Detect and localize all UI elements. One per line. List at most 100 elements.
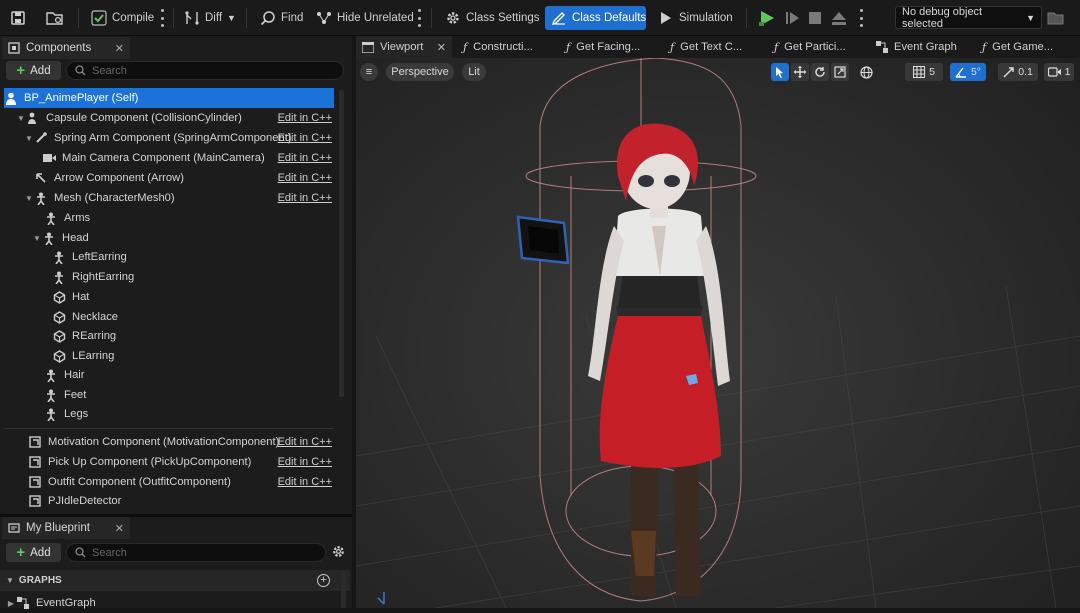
edit-in-cpp-link[interactable]: Edit in C++: [278, 152, 332, 164]
expand-arrow-icon[interactable]: ▶: [6, 599, 16, 608]
select-mode-button[interactable]: [771, 63, 789, 81]
tab-label: Viewport: [380, 41, 424, 53]
tree-row-left-earring[interactable]: LeftEarring: [4, 247, 334, 267]
edit-in-cpp-link[interactable]: Edit in C++: [278, 192, 332, 204]
row-label: LeftEarring: [72, 251, 127, 263]
close-icon[interactable]: ✕: [115, 522, 124, 535]
tree-row-necklace[interactable]: Necklace: [4, 307, 334, 327]
simulation-button[interactable]: Simulation: [658, 6, 733, 30]
edit-in-cpp-link[interactable]: Edit in C++: [278, 476, 332, 488]
tab-construction-script[interactable]: ƒ Constructi...: [463, 36, 533, 58]
perspective-button[interactable]: Perspective: [386, 63, 454, 81]
scale-snap-icon: [1003, 66, 1014, 77]
lit-button[interactable]: Lit: [462, 63, 486, 81]
expand-arrow-icon[interactable]: ▼: [32, 234, 42, 243]
class-defaults-button[interactable]: Class Defaults: [545, 6, 646, 30]
edit-in-cpp-link[interactable]: Edit in C++: [278, 112, 332, 124]
hide-unrelated-button[interactable]: Hide Unrelated: [316, 6, 414, 30]
hide-unrelated-options-button[interactable]: [417, 9, 421, 27]
static-mesh-icon: [52, 329, 66, 343]
save-button[interactable]: [10, 6, 26, 30]
scale-snap-button[interactable]: 0.1: [998, 63, 1038, 81]
tree-row-spring-arm[interactable]: ▼ Spring Arm Component (SpringArmCompone…: [4, 128, 334, 148]
tree-row-right-earring[interactable]: RightEarring: [4, 267, 334, 287]
camera-speed-button[interactable]: 1: [1044, 63, 1074, 81]
tree-row-idle-detector[interactable]: PJIdleDetector: [4, 491, 334, 511]
expand-arrow-icon[interactable]: ▼: [24, 194, 34, 203]
tree-row-main-camera[interactable]: Main Camera Component (MainCamera) Edit …: [4, 148, 334, 168]
tree-row-arrow[interactable]: Arrow Component (Arrow) Edit in C++: [4, 168, 334, 188]
edit-in-cpp-link[interactable]: Edit in C++: [278, 132, 332, 144]
add-graph-icon[interactable]: +: [317, 574, 330, 587]
graphs-section-header[interactable]: ▼ GRAPHS +: [0, 570, 350, 591]
debug-object-dropdown[interactable]: No debug object selected ▼: [895, 6, 1042, 30]
row-label: BP_AnimePlayer (Self): [24, 92, 139, 104]
blueprint-scrollbar[interactable]: [341, 571, 346, 608]
diff-icon: [185, 11, 199, 25]
tree-row-mesh[interactable]: ▼ Mesh (CharacterMesh0) Edit in C++: [4, 188, 334, 208]
tree-row-learring[interactable]: LEarring: [4, 346, 334, 366]
tab-get-text[interactable]: ƒ Get Text C...: [670, 36, 742, 58]
debug-browse-button[interactable]: [1047, 6, 1065, 30]
class-settings-button[interactable]: Class Settings: [445, 6, 540, 30]
tree-row-feet[interactable]: Feet: [4, 385, 334, 405]
stop-button[interactable]: [807, 6, 823, 30]
tab-get-facing[interactable]: ƒ Get Facing...: [566, 36, 640, 58]
rotation-snap-button[interactable]: 5°: [950, 63, 986, 81]
graphs-header-label: GRAPHS: [18, 575, 62, 586]
edit-in-cpp-link[interactable]: Edit in C++: [278, 436, 332, 448]
tab-my-blueprint[interactable]: My Blueprint ✕: [2, 517, 130, 539]
tree-row-rearring[interactable]: REarring: [4, 326, 334, 346]
eject-button[interactable]: [830, 6, 848, 30]
step-button[interactable]: [784, 6, 802, 30]
expand-arrow-icon[interactable]: ▼: [16, 114, 26, 123]
play-button[interactable]: [757, 6, 777, 30]
expand-arrow-icon[interactable]: ▼: [24, 134, 34, 143]
play-options-button[interactable]: [859, 9, 863, 27]
tree-row-head[interactable]: ▼ Head: [4, 228, 334, 248]
add-component-button[interactable]: + Add: [6, 61, 61, 80]
tree-row-outfit[interactable]: Outfit Component (OutfitComponent) Edit …: [4, 472, 334, 492]
tab-get-particle[interactable]: ƒ Get Partici...: [774, 36, 846, 58]
perspective-label: Perspective: [391, 66, 449, 78]
edit-in-cpp-link[interactable]: Edit in C++: [278, 456, 332, 468]
tree-row-hair[interactable]: Hair: [4, 365, 334, 385]
tab-event-graph[interactable]: Event Graph: [876, 36, 957, 58]
tree-row-capsule[interactable]: ▼ Capsule Component (CollisionCylinder) …: [4, 108, 334, 128]
scale-mode-button[interactable]: [831, 63, 849, 81]
close-icon[interactable]: ✕: [437, 41, 446, 54]
tab-components[interactable]: Components ✕: [2, 37, 130, 59]
compile-button[interactable]: Compile: [91, 6, 154, 30]
blueprint-search-input[interactable]: Search: [66, 543, 326, 562]
blueprint-settings-button[interactable]: [331, 544, 346, 562]
tree-row-self[interactable]: BP_AnimePlayer (Self): [4, 88, 334, 108]
tree-row-motivation[interactable]: Motivation Component (MotivationComponen…: [4, 432, 334, 452]
grid-snap-button[interactable]: 5: [905, 63, 943, 81]
compile-options-button[interactable]: [160, 9, 164, 27]
tree-row-hat[interactable]: Hat: [4, 287, 334, 307]
world-local-button[interactable]: [856, 63, 876, 81]
tab-viewport[interactable]: Viewport ✕: [356, 36, 452, 58]
graph-item-eventgraph[interactable]: ▶ EventGraph: [4, 593, 334, 613]
tab-get-game[interactable]: ƒ Get Game...: [982, 36, 1053, 58]
add-blueprint-item-button[interactable]: + Add: [6, 543, 61, 562]
diff-button[interactable]: Diff ▼: [184, 6, 236, 30]
edit-in-cpp-link[interactable]: Edit in C++: [278, 172, 332, 184]
tree-row-arms[interactable]: Arms: [4, 208, 334, 228]
tab-label: Constructi...: [473, 41, 533, 53]
tree-row-legs[interactable]: Legs: [4, 404, 334, 424]
components-scrollbar[interactable]: [339, 90, 344, 397]
viewport-scene[interactable]: [356, 36, 1080, 608]
row-label: Legs: [64, 408, 89, 420]
rotate-mode-button[interactable]: [811, 63, 829, 81]
close-icon[interactable]: ✕: [115, 42, 124, 55]
viewport-options-button[interactable]: ≡: [360, 63, 378, 81]
find-button[interactable]: Find: [260, 6, 303, 30]
rotate-icon: [815, 67, 825, 77]
tree-row-pickup[interactable]: Pick Up Component (PickUpComponent) Edit…: [4, 452, 334, 472]
translate-mode-button[interactable]: [791, 63, 809, 81]
browse-button[interactable]: [46, 6, 64, 30]
static-mesh-icon: [52, 349, 66, 363]
components-search-input[interactable]: Search: [66, 61, 344, 80]
diff-label: Diff: [205, 12, 223, 24]
